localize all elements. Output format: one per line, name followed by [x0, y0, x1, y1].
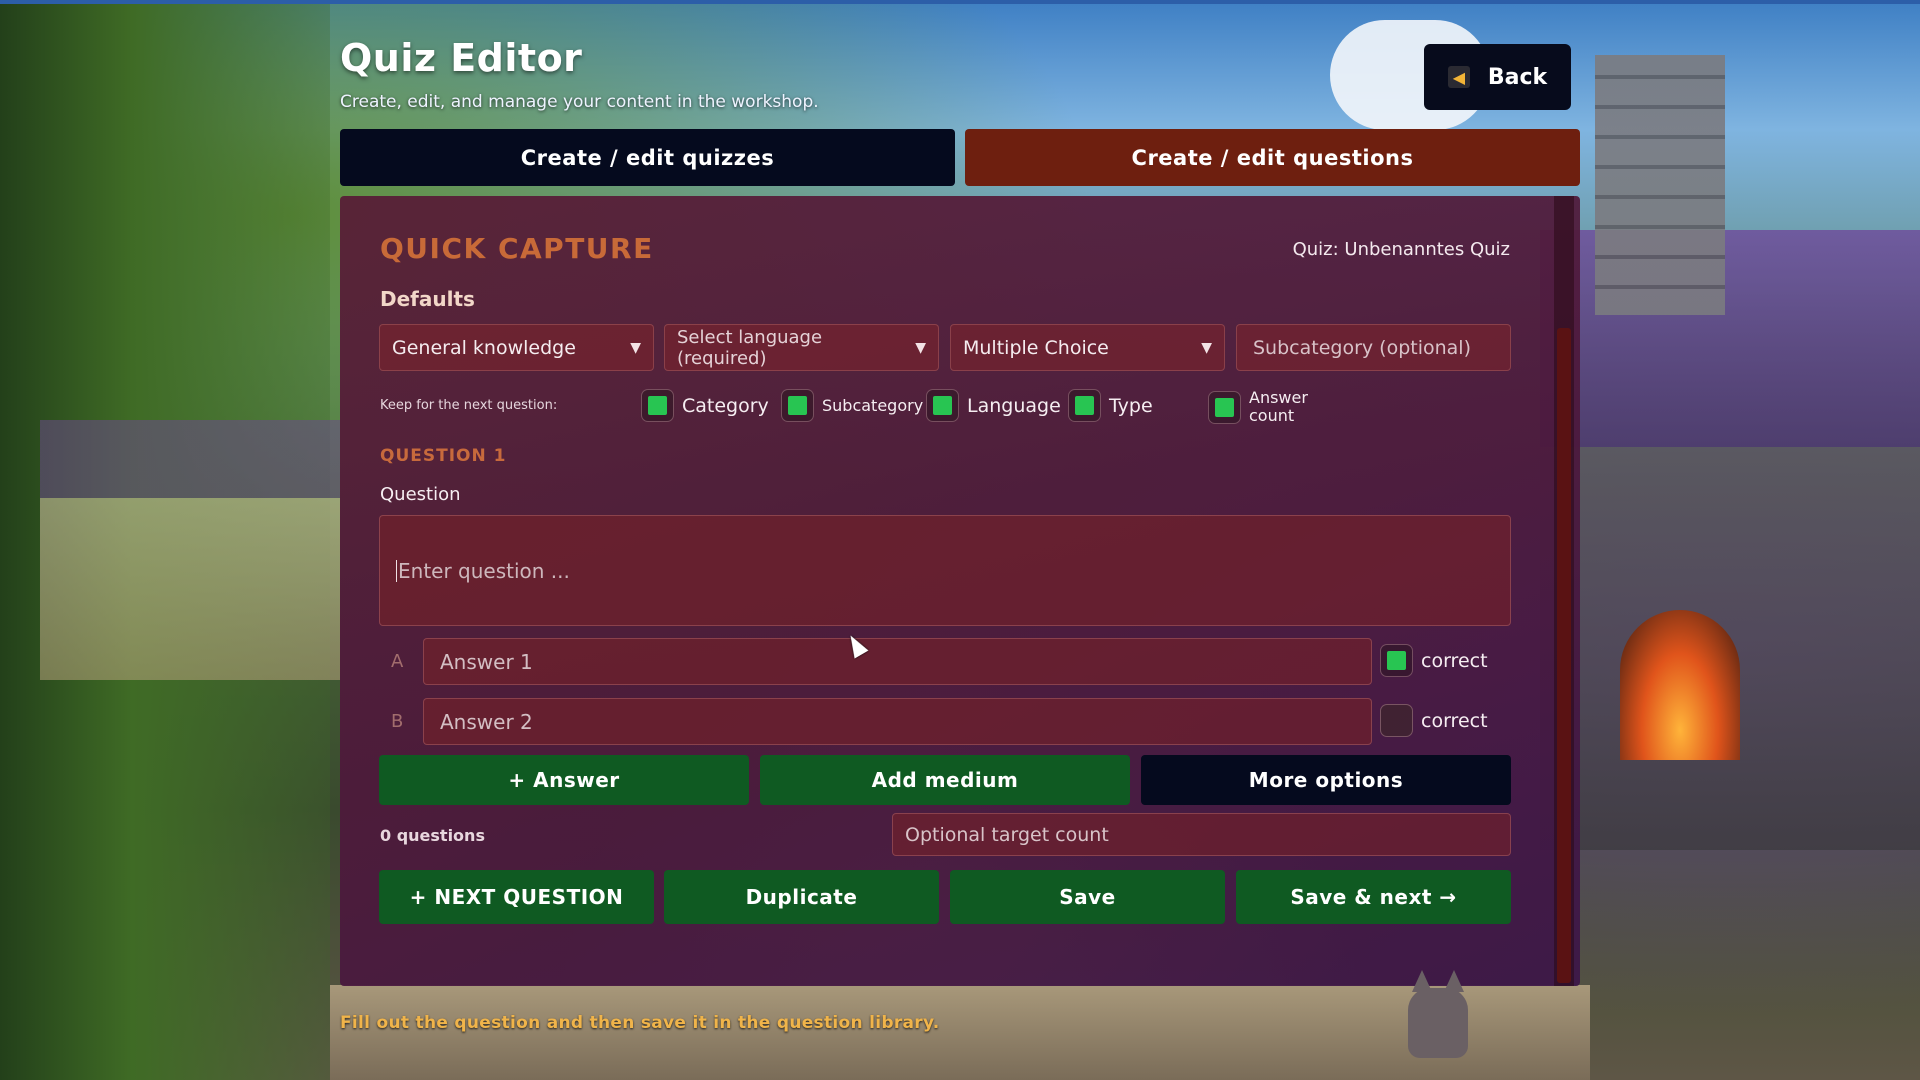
type-select-value: Multiple Choice	[963, 336, 1109, 359]
tab-edit-quizzes[interactable]: Create / edit quizzes	[340, 129, 955, 186]
keep-category-toggle[interactable]: Category	[641, 389, 769, 422]
keep-answer-count-checkbox[interactable]	[1208, 390, 1241, 424]
next-question-button[interactable]: + NEXT QUESTION	[379, 870, 654, 924]
panel-scrollbar-thumb[interactable]	[1557, 328, 1571, 983]
answer-2-correct-checkbox[interactable]	[1380, 704, 1413, 737]
question-label: Question	[380, 484, 461, 505]
keep-label: Keep for the next question:	[380, 398, 558, 413]
check-fill	[1215, 397, 1234, 417]
keep-type-label: Type	[1109, 394, 1153, 417]
keep-language-checkbox[interactable]	[926, 389, 959, 422]
language-select-value: Select language (required)	[677, 326, 823, 369]
language-select[interactable]: Select language (required) ▼	[664, 324, 939, 371]
add-medium-button[interactable]: Add medium	[760, 755, 1130, 805]
keep-type-checkbox[interactable]	[1068, 389, 1101, 422]
top-accent-line	[0, 0, 1920, 4]
page-header: Quiz Editor Create, edit, and manage you…	[340, 36, 1580, 116]
question-heading: QUESTION 1	[380, 446, 507, 466]
check-fill	[648, 396, 667, 415]
keep-subcategory-checkbox[interactable]	[781, 389, 814, 422]
category-select[interactable]: General knowledge ▼	[379, 324, 654, 371]
type-select[interactable]: Multiple Choice ▼	[950, 324, 1225, 371]
more-options-button[interactable]: More options	[1141, 755, 1511, 805]
check-fill	[1387, 651, 1406, 670]
keep-subcategory-label: Subcategory	[822, 396, 924, 415]
section-title: QUICK CAPTURE	[380, 232, 654, 265]
keep-type-toggle[interactable]: Type	[1068, 389, 1153, 422]
background-forge-fire	[1620, 610, 1740, 760]
check-fill	[1075, 396, 1094, 415]
keep-answer-count-label: Answer count	[1249, 388, 1308, 425]
answer-1-input[interactable]: Answer 1	[423, 638, 1372, 685]
keep-category-label: Category	[682, 394, 769, 417]
target-count-input[interactable]: Optional target count	[892, 813, 1511, 856]
keep-answer-count-toggle[interactable]: Answer count	[1208, 389, 1319, 425]
keep-language-label: Language	[967, 394, 1061, 417]
keep-language-toggle[interactable]: Language	[926, 389, 1061, 422]
answer-2-correct-toggle[interactable]: correct	[1380, 704, 1488, 737]
duplicate-button[interactable]: Duplicate	[664, 870, 939, 924]
answer-1-correct-toggle[interactable]: correct	[1380, 644, 1488, 677]
page-title: Quiz Editor	[340, 36, 583, 80]
background-chimney	[1595, 55, 1725, 315]
back-button-label: Back	[1487, 64, 1548, 90]
answer-letter: B	[391, 711, 404, 732]
answer-letter: A	[391, 651, 404, 672]
add-answer-button[interactable]: + Answer	[379, 755, 749, 805]
quiz-name-label: Quiz: Unbenanntes Quiz	[1292, 239, 1510, 260]
footer-hint: Fill out the question and then save it i…	[340, 1013, 940, 1033]
question-count: 0 questions	[380, 826, 485, 845]
back-arrow-icon: ◀	[1447, 66, 1470, 88]
chevron-down-icon: ▼	[1201, 339, 1212, 356]
save-button[interactable]: Save	[950, 870, 1225, 924]
category-select-value: General knowledge	[392, 336, 576, 359]
tab-bar: Create / edit quizzes Create / edit ques…	[340, 129, 1580, 186]
save-and-next-button[interactable]: Save & next →	[1236, 870, 1511, 924]
question-placeholder: Enter question ...	[398, 558, 570, 583]
tab-edit-questions[interactable]: Create / edit questions	[965, 129, 1580, 186]
answer-1-correct-checkbox[interactable]	[1380, 644, 1413, 677]
keep-category-checkbox[interactable]	[641, 389, 674, 422]
subcategory-input[interactable]: Subcategory (optional)	[1236, 324, 1511, 371]
defaults-label: Defaults	[380, 287, 475, 311]
correct-label: correct	[1421, 649, 1488, 672]
correct-label: correct	[1421, 709, 1488, 732]
question-textarea[interactable]: Enter question ...	[379, 515, 1511, 626]
chevron-down-icon: ▼	[630, 339, 641, 356]
cat-body	[1408, 988, 1468, 1058]
page-subtitle: Create, edit, and manage your content in…	[340, 92, 819, 112]
background-house-left	[40, 420, 340, 680]
back-button[interactable]: ◀ Back	[1424, 44, 1571, 110]
text-caret	[396, 559, 397, 582]
cat-mascot	[1388, 958, 1488, 1060]
answer-2-input[interactable]: Answer 2	[423, 698, 1372, 745]
check-fill	[933, 396, 952, 415]
keep-subcategory-toggle[interactable]: Subcategory	[781, 389, 923, 422]
check-fill	[788, 396, 807, 415]
chevron-down-icon: ▼	[915, 339, 926, 356]
